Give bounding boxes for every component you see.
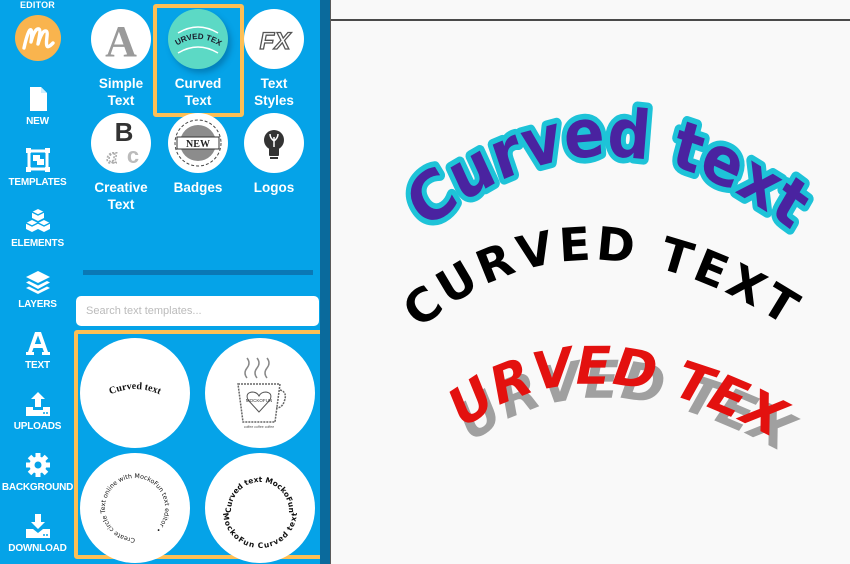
sidebar-item-elements[interactable]: ELEMENTS <box>0 208 75 249</box>
template-curved-text-mockofun[interactable]: Curved text MockoFun MockoFun Curved tex… <box>205 453 315 563</box>
category-label: Logos <box>253 180 295 195</box>
category-badges[interactable]: NEW Badges <box>158 113 238 196</box>
svg-text:Create circle Text online with: Create circle Text online with MockoFun … <box>100 473 170 543</box>
svg-text:FX: FX <box>260 28 293 55</box>
curved-text-thumbnail: CURVED TEXT <box>168 9 228 69</box>
category-label: Styles <box>254 93 294 108</box>
elements-cubes-icon <box>25 209 50 232</box>
category-logos[interactable]: Logos <box>234 113 314 196</box>
simple-text-thumbnail: A <box>91 9 151 69</box>
svg-text:MOCKOFUN: MOCKOFUN <box>246 398 272 403</box>
sidebar-item-label: DOWNLOAD <box>8 543 67 554</box>
svg-text:Curved text MockoFun: Curved text MockoFun <box>224 475 296 513</box>
category-label: Curved <box>174 76 222 91</box>
canvas-text-black-curved: CURVED TEXT <box>393 216 812 338</box>
search-templates-input[interactable] <box>76 296 319 326</box>
category-label: Simple <box>98 76 144 91</box>
logos-thumbnail <box>244 113 304 173</box>
sidebar-item-label: NEW <box>26 116 49 127</box>
sidebar-item-text[interactable]: TEXT <box>0 330 75 371</box>
svg-text:A: A <box>105 17 137 66</box>
svg-text:coffee coffee coffee: coffee coffee coffee <box>244 425 274 429</box>
sidebar-item-uploads[interactable]: UPLOADS <box>0 391 75 432</box>
sidebar-item-new[interactable]: NEW <box>0 86 75 127</box>
badges-thumbnail: NEW <box>168 113 228 173</box>
svg-text:NEW: NEW <box>186 139 210 150</box>
creative-text-thumbnail: B a c <box>91 113 151 173</box>
category-label: Text <box>107 93 135 108</box>
category-label: Badges <box>173 180 223 195</box>
svg-text:Curved text: Curved text <box>107 381 163 397</box>
category-label: Text <box>260 76 288 91</box>
category-simple-text[interactable]: A Simple Text <box>81 9 161 109</box>
svg-text:CURVED TEXT: CURVED TEXT <box>168 9 224 48</box>
sidebar-item-label: UPLOADS <box>13 421 62 432</box>
sidebar-item-templates[interactable]: TEMPLATES <box>0 147 75 188</box>
category-label: Creative <box>94 180 148 195</box>
category-label: Text <box>184 93 212 108</box>
sidebar-item-layers[interactable]: LAYERS <box>0 269 75 310</box>
category-label: Text <box>107 197 135 212</box>
new-document-icon <box>29 87 47 111</box>
sidebar-item-label: LAYERS <box>18 299 57 310</box>
download-icon <box>25 514 50 538</box>
layers-icon <box>25 271 50 294</box>
category-creative-text[interactable]: B a c Creative Text <box>81 113 161 213</box>
sidebar-item-label: ELEMENTS <box>11 238 64 249</box>
template-circle-text[interactable]: Create circle Text online with MockoFun … <box>80 453 190 563</box>
sidebar-item-label: TEMPLATES <box>8 177 67 188</box>
svg-text:c: c <box>127 143 139 168</box>
gear-icon <box>25 453 50 477</box>
panel-separator <box>83 270 313 275</box>
sidebar-item-download[interactable]: DOWNLOAD <box>0 513 75 554</box>
template-curved-text[interactable]: Curved text <box>80 338 190 448</box>
svg-text:MockoFun Curved text: MockoFun Curved text <box>221 512 299 550</box>
templates-icon <box>25 148 50 172</box>
sidebar-item-label: BACKGROUND <box>1 482 74 493</box>
lightbulb-icon <box>264 130 284 159</box>
template-coffee-cup[interactable]: MOCKOFUN coffee coffee coffee <box>205 338 315 448</box>
text-styles-thumbnail: FX <box>244 9 304 69</box>
sidebar-item-background[interactable]: BACKGROUND <box>0 452 75 493</box>
mockofun-logo-icon[interactable] <box>15 15 61 61</box>
sidebar: EDITOR NEW TEMPLATES ELEMENTS LAYERS TEX… <box>0 0 75 564</box>
design-canvas[interactable]: Curved text Curved text CURVED TEXT CURV… <box>331 0 850 564</box>
sidebar-item-label: TEXT <box>25 360 50 371</box>
category-curved-text[interactable]: CURVED TEXT Curved Text <box>158 9 238 109</box>
svg-text:a: a <box>107 143 118 168</box>
upload-icon <box>25 392 50 416</box>
brand-label: EDITOR <box>19 0 56 10</box>
category-text-styles[interactable]: FX Text Styles <box>234 9 314 109</box>
text-a-icon <box>25 332 50 355</box>
panel-scrollbar[interactable] <box>320 0 330 564</box>
